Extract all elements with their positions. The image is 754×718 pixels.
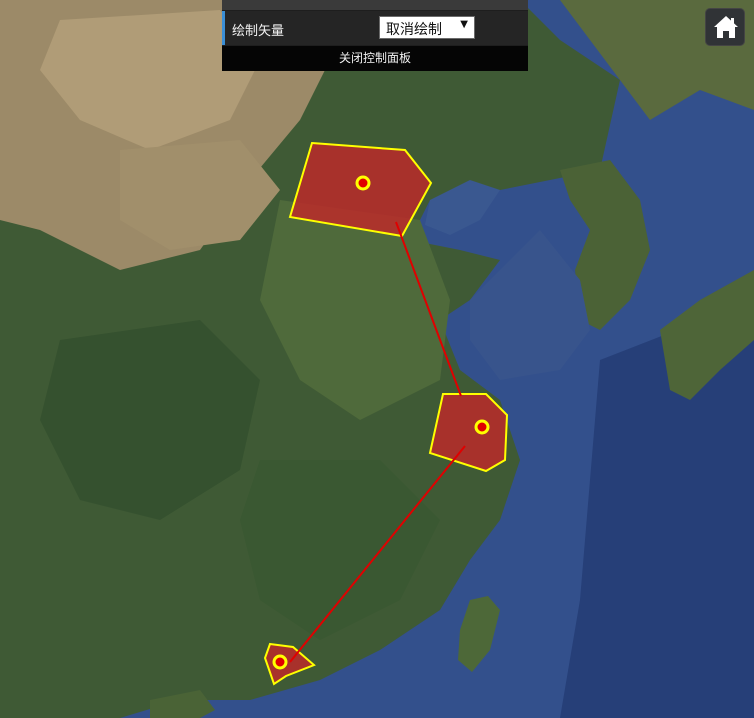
control-panel: 绘制矢量 取消绘制 ▼ 关闭控制面板 <box>222 0 528 71</box>
draw-vector-label: 绘制矢量 <box>232 24 285 39</box>
south-polygon[interactable] <box>263 642 316 686</box>
close-panel-button[interactable]: 关闭控制面板 <box>222 46 528 71</box>
home-icon <box>714 16 738 38</box>
chevron-down-icon: ▼ <box>460 19 468 30</box>
vector-overlay <box>263 141 509 686</box>
draw-vector-row: 绘制矢量 取消绘制 ▼ <box>222 11 528 45</box>
control-panel-header <box>222 0 528 10</box>
east-south-line[interactable] <box>289 445 466 663</box>
north-point[interactable] <box>355 175 371 191</box>
home-button[interactable] <box>705 8 745 46</box>
satellite-map[interactable] <box>0 0 754 718</box>
draw-mode-select[interactable]: 取消绘制 ▼ <box>379 16 475 39</box>
east-polygon[interactable] <box>428 393 509 473</box>
east-point[interactable] <box>474 419 490 435</box>
north-east-line[interactable] <box>395 221 462 397</box>
south-point[interactable] <box>272 654 288 670</box>
draw-mode-value: 取消绘制 <box>386 22 442 38</box>
